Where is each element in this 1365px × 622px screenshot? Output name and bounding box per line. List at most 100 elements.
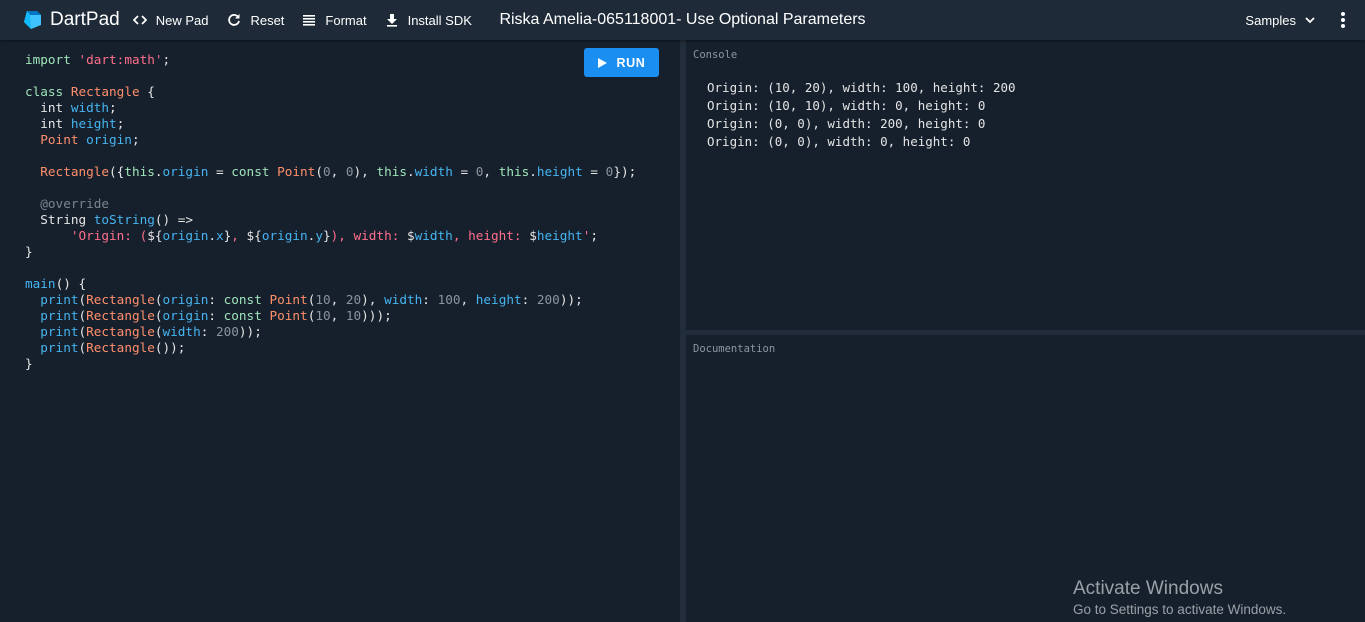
more-vertical-icon[interactable] (1335, 11, 1351, 29)
code-token: : (200, 324, 216, 339)
code-line[interactable]: print(Rectangle(origin: const Point(10, … (25, 292, 636, 308)
format-lines-icon (303, 15, 316, 26)
code-token: print (25, 308, 79, 323)
code-token: import (25, 52, 79, 67)
console-line: Origin: (10, 20), width: 100, height: 20… (707, 80, 1016, 95)
code-token: 'Origin: ( (25, 228, 148, 243)
play-icon (597, 57, 607, 68)
samples-dropdown[interactable]: Samples (1245, 0, 1315, 40)
new-pad-label: New Pad (155, 12, 209, 28)
code-token: const (231, 164, 278, 179)
reset-button[interactable]: Reset (227, 0, 284, 40)
code-token: Rectangle (86, 324, 155, 339)
code-line[interactable]: int height; (25, 116, 636, 132)
console-line: Origin: (0, 0), width: 0, height: 0 (707, 134, 971, 149)
code-line[interactable]: print(Rectangle(origin: const Point(10, … (25, 308, 636, 324)
console-output: Origin: (10, 20), width: 100, height: 20… (707, 79, 1016, 151)
code-line[interactable]: int width; (25, 100, 636, 116)
code-line[interactable]: main() { (25, 276, 636, 292)
code-content[interactable]: import 'dart:math'; class Rectangle { int… (25, 52, 636, 372)
code-token: x (215, 228, 224, 243)
code-token: , (460, 292, 476, 307)
code-brackets-icon (132, 15, 147, 25)
code-token: Rectangle (86, 292, 155, 307)
code-editor[interactable]: import 'dart:math'; class Rectangle { int… (0, 40, 680, 622)
code-token: 10 (315, 308, 331, 323)
documentation-panel: Documentation (686, 335, 1365, 622)
format-button[interactable]: Format (302, 0, 367, 40)
code-token: origin (162, 164, 209, 179)
code-token: : (208, 292, 224, 307)
code-token: , height: (452, 228, 530, 243)
code-token: ( (78, 324, 87, 339)
code-token: () { (55, 276, 87, 291)
code-token: this (376, 164, 408, 179)
code-token: , (231, 228, 247, 243)
code-token: . (407, 164, 415, 179)
refresh-icon (228, 14, 241, 26)
code-token: 20 (345, 292, 362, 307)
run-button[interactable]: RUN (584, 48, 659, 77)
code-token: , (330, 164, 346, 179)
dart-logo-icon (24, 11, 41, 29)
chevron-down-icon (1305, 16, 1315, 23)
code-token: Point (277, 164, 316, 179)
code-token: $ (529, 228, 537, 243)
code-token: ()); (154, 340, 186, 355)
code-token: } (25, 356, 33, 371)
code-line[interactable] (25, 68, 636, 84)
code-line[interactable] (25, 260, 636, 276)
code-token: print (25, 324, 79, 339)
format-label: Format (325, 12, 367, 28)
code-token: . (529, 164, 537, 179)
code-line[interactable]: } (25, 356, 636, 372)
code-line[interactable]: String toString() => (25, 212, 636, 228)
documentation-label: Documentation (693, 343, 776, 355)
code-token: String (25, 212, 94, 227)
code-token: print (25, 292, 79, 307)
code-token: , (330, 308, 346, 323)
code-token: ; (109, 100, 117, 115)
code-token: } (322, 228, 331, 243)
code-line[interactable]: class Rectangle { (25, 84, 636, 100)
code-token: width (414, 228, 453, 243)
code-token: width (414, 164, 453, 179)
code-token: . (154, 164, 163, 179)
code-token: ( (78, 308, 87, 323)
code-line[interactable]: print(Rectangle(width: 200)); (25, 324, 636, 340)
code-token: 10 (345, 308, 362, 323)
code-token: int (25, 116, 71, 131)
code-token: class (25, 84, 71, 99)
code-line[interactable]: print(Rectangle()); (25, 340, 636, 356)
app-name: DartPad (50, 9, 120, 30)
code-token: this (124, 164, 155, 179)
code-line[interactable]: } (25, 244, 636, 260)
code-token: : (422, 292, 438, 307)
code-token: ; (131, 132, 140, 147)
code-token: : (521, 292, 537, 307)
code-token: ( (154, 324, 163, 339)
code-line[interactable]: @override (25, 196, 636, 212)
code-token: () => (154, 212, 194, 227)
console-label: Console (693, 49, 738, 61)
code-token: 0 (322, 164, 331, 179)
code-token: : (208, 308, 224, 323)
code-token: ( (78, 340, 87, 355)
code-line[interactable]: import 'dart:math'; (25, 52, 636, 68)
install-sdk-label: Install SDK (407, 12, 472, 28)
code-token: origin (261, 228, 308, 243)
install-sdk-button[interactable]: Install SDK (385, 0, 472, 40)
code-token: width (70, 100, 110, 115)
code-line[interactable] (25, 148, 636, 164)
code-line[interactable]: 'Origin: (${origin.x}, ${origin.y}), wid… (25, 228, 636, 244)
code-token: Rectangle (25, 164, 110, 179)
code-token: Rectangle (70, 84, 140, 99)
code-line[interactable]: Rectangle({this.origin = const Point(0, … (25, 164, 636, 180)
code-token: height (536, 228, 583, 243)
code-token: 0 (345, 164, 354, 179)
code-line[interactable] (25, 180, 636, 196)
new-pad-button[interactable]: New Pad (132, 0, 209, 40)
code-token: ; (590, 228, 598, 243)
code-line[interactable]: Point origin; (25, 132, 636, 148)
brand[interactable]: DartPad (22, 0, 120, 40)
